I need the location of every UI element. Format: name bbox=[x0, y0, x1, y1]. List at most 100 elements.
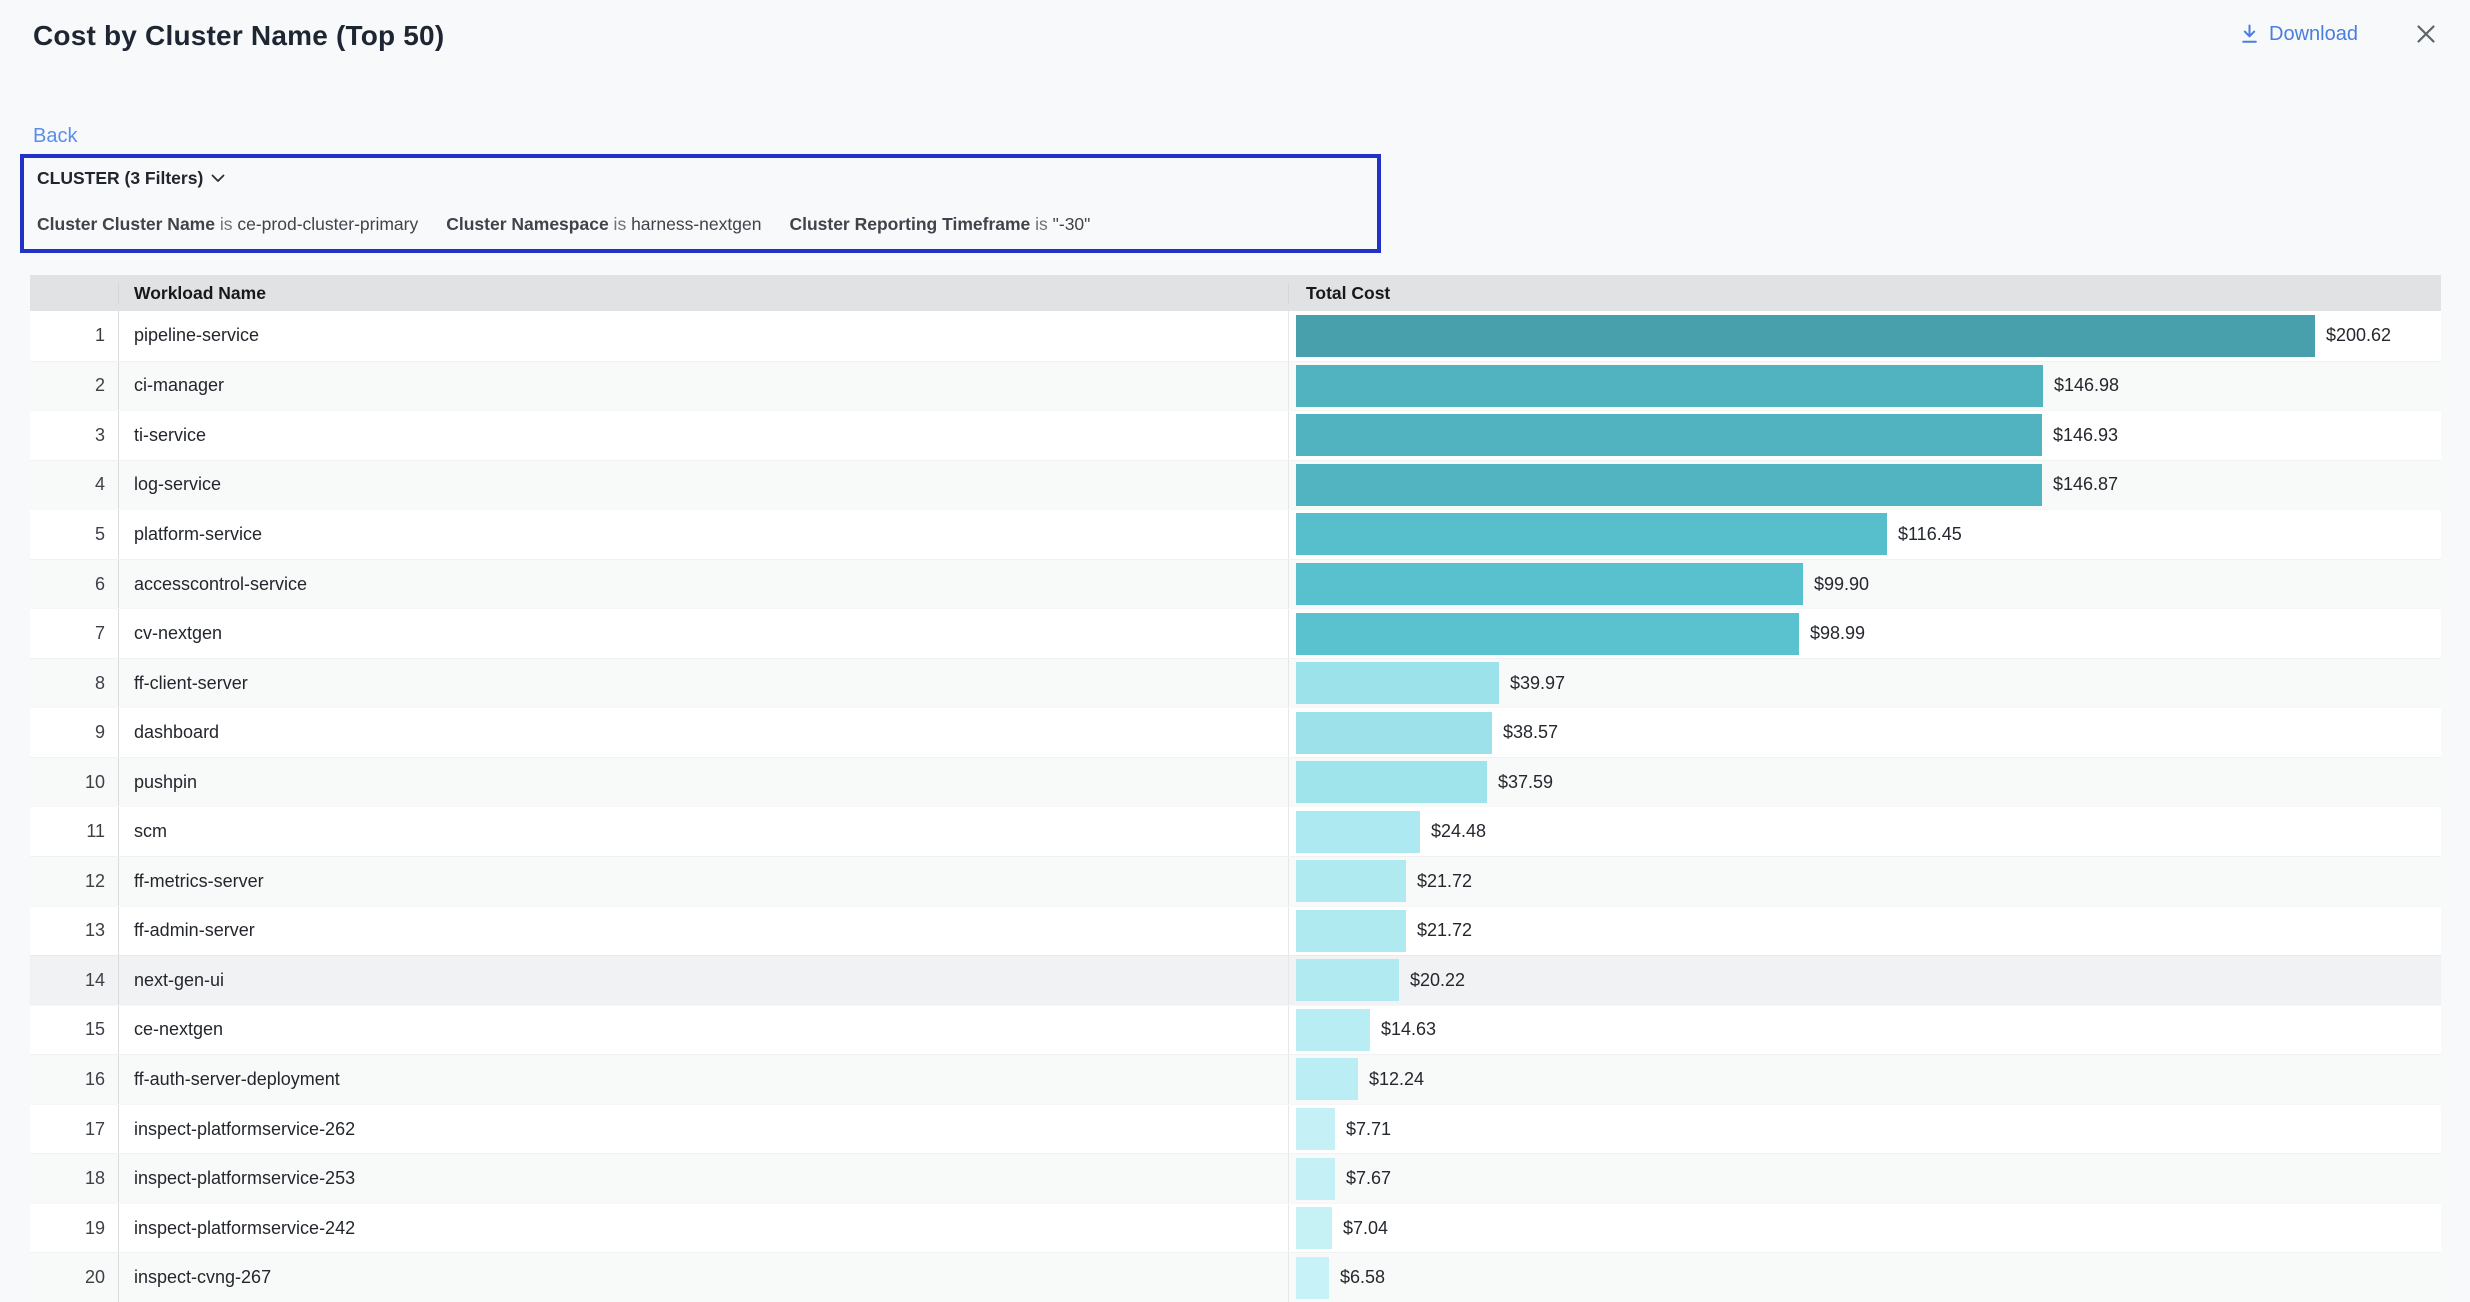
row-rank: 7 bbox=[30, 623, 118, 644]
cost-value: $21.72 bbox=[1417, 920, 1472, 941]
cost-value: $24.48 bbox=[1431, 821, 1486, 842]
table-row: 10pushpin$37.59 bbox=[30, 757, 2441, 807]
download-button[interactable]: Download bbox=[2239, 23, 2358, 46]
workload-name-cell: platform-service bbox=[118, 510, 1288, 559]
filter-operator: is bbox=[609, 214, 631, 234]
cost-value: $116.45 bbox=[1898, 524, 1962, 545]
cost-bar[interactable] bbox=[1296, 464, 2042, 506]
table-row: 20inspect-cvng-267$6.58 bbox=[30, 1252, 2441, 1302]
table-row: 8ff-client-server$39.97 bbox=[30, 658, 2441, 708]
workload-name-cell: log-service bbox=[118, 461, 1288, 510]
row-rank: 13 bbox=[30, 920, 118, 941]
row-rank: 19 bbox=[30, 1218, 118, 1239]
cost-value: $38.57 bbox=[1503, 722, 1558, 743]
workload-name-cell: inspect-platformservice-242 bbox=[118, 1204, 1288, 1253]
workload-name-cell: ff-client-server bbox=[118, 659, 1288, 708]
table-row: 2ci-manager$146.98 bbox=[30, 361, 2441, 411]
cost-bar[interactable] bbox=[1296, 1207, 1332, 1249]
filter-group-toggle[interactable]: CLUSTER (3 Filters) bbox=[37, 168, 225, 189]
cost-bar[interactable] bbox=[1296, 613, 1799, 655]
workload-name-column-header: Workload Name bbox=[118, 283, 1288, 304]
row-rank: 16 bbox=[30, 1069, 118, 1090]
workload-name-cell: ci-manager bbox=[118, 362, 1288, 411]
row-rank: 8 bbox=[30, 673, 118, 694]
cost-bar[interactable] bbox=[1296, 712, 1492, 754]
cost-value: $21.72 bbox=[1417, 871, 1472, 892]
total-cost-cell: $12.24 bbox=[1288, 1055, 2441, 1104]
table-row: 6accesscontrol-service$99.90 bbox=[30, 559, 2441, 609]
cost-bar[interactable] bbox=[1296, 315, 2315, 357]
cost-bar[interactable] bbox=[1296, 1009, 1370, 1051]
cost-bar[interactable] bbox=[1296, 1108, 1335, 1150]
total-cost-cell: $21.72 bbox=[1288, 907, 2441, 956]
cost-value: $6.58 bbox=[1340, 1267, 1385, 1288]
row-rank: 10 bbox=[30, 772, 118, 793]
cost-value: $7.04 bbox=[1343, 1218, 1388, 1239]
table-row: 7cv-nextgen$98.99 bbox=[30, 608, 2441, 658]
total-cost-cell: $7.71 bbox=[1288, 1105, 2441, 1154]
row-rank: 4 bbox=[30, 474, 118, 495]
workload-name-cell: inspect-platformservice-253 bbox=[118, 1154, 1288, 1203]
cost-bar[interactable] bbox=[1296, 1158, 1335, 1200]
cost-bar[interactable] bbox=[1296, 1058, 1358, 1100]
cost-bar[interactable] bbox=[1296, 959, 1399, 1001]
workload-name-cell: ff-auth-server-deployment bbox=[118, 1055, 1288, 1104]
row-rank: 15 bbox=[30, 1019, 118, 1040]
table-row: 19inspect-platformservice-242 $7.04 bbox=[30, 1203, 2441, 1253]
total-cost-cell: $38.57 bbox=[1288, 708, 2441, 757]
cost-bar[interactable] bbox=[1296, 761, 1487, 803]
total-cost-cell: $99.90 bbox=[1288, 560, 2441, 609]
workload-name-cell: ff-admin-server bbox=[118, 907, 1288, 956]
back-link[interactable]: Back bbox=[33, 125, 77, 148]
cost-value: $200.62 bbox=[2326, 325, 2391, 346]
cost-bar[interactable] bbox=[1296, 860, 1406, 902]
filter-value: "-30" bbox=[1053, 214, 1091, 234]
cost-bar[interactable] bbox=[1296, 811, 1420, 853]
row-rank: 5 bbox=[30, 524, 118, 545]
total-cost-cell: $146.93 bbox=[1288, 411, 2441, 460]
table-header-row: Workload Name Total Cost bbox=[30, 275, 2441, 311]
total-cost-cell: $21.72 bbox=[1288, 857, 2441, 906]
row-rank: 12 bbox=[30, 871, 118, 892]
cost-bar[interactable] bbox=[1296, 662, 1499, 704]
table-row: 14next-gen-ui $20.22 bbox=[30, 955, 2441, 1005]
cost-value: $20.22 bbox=[1410, 970, 1465, 991]
filter-summary-label: CLUSTER (3 Filters) bbox=[37, 168, 203, 189]
filter-panel: CLUSTER (3 Filters) Cluster Cluster Name… bbox=[20, 154, 1381, 253]
table-row: 18inspect-platformservice-253$7.67 bbox=[30, 1153, 2441, 1203]
cost-bar[interactable] bbox=[1296, 513, 1887, 555]
total-cost-cell: $200.62 bbox=[1288, 311, 2441, 361]
table-row: 13ff-admin-server $21.72 bbox=[30, 906, 2441, 956]
table-row: 1pipeline-service$200.62 bbox=[30, 311, 2441, 361]
row-rank: 14 bbox=[30, 970, 118, 991]
filter-item[interactable]: Cluster Namespace is harness-nextgen bbox=[446, 214, 761, 235]
table-row: 3ti-service$146.93 bbox=[30, 410, 2441, 460]
cost-value: $12.24 bbox=[1369, 1069, 1424, 1090]
cost-bar[interactable] bbox=[1296, 563, 1803, 605]
workload-name-cell: accesscontrol-service bbox=[118, 560, 1288, 609]
cost-bar[interactable] bbox=[1296, 365, 2043, 407]
row-rank: 3 bbox=[30, 425, 118, 446]
total-cost-cell: $7.04 bbox=[1288, 1204, 2441, 1253]
page-title: Cost by Cluster Name (Top 50) bbox=[33, 20, 444, 52]
cost-bar[interactable] bbox=[1296, 414, 2042, 456]
total-cost-column-header: Total Cost bbox=[1288, 283, 2441, 304]
cost-bar[interactable] bbox=[1296, 910, 1406, 952]
row-rank: 18 bbox=[30, 1168, 118, 1189]
table-row: 11scm$24.48 bbox=[30, 806, 2441, 856]
filter-item[interactable]: Cluster Reporting Timeframe is "-30" bbox=[789, 214, 1090, 235]
workload-name-cell: next-gen-ui bbox=[118, 956, 1288, 1005]
close-icon bbox=[2414, 22, 2438, 46]
filter-item[interactable]: Cluster Cluster Name is ce-prod-cluster-… bbox=[37, 214, 418, 235]
cost-table: Workload Name Total Cost 1pipeline-servi… bbox=[30, 275, 2441, 1302]
total-cost-cell: $6.58 bbox=[1288, 1253, 2441, 1302]
workload-name-cell: ff-metrics-server bbox=[118, 857, 1288, 906]
table-body: 1pipeline-service$200.622ci-manager$146.… bbox=[30, 311, 2441, 1302]
table-row: 16ff-auth-server-deployment $12.24 bbox=[30, 1054, 2441, 1104]
total-cost-cell: $37.59 bbox=[1288, 758, 2441, 807]
row-rank: 6 bbox=[30, 574, 118, 595]
cost-bar[interactable] bbox=[1296, 1257, 1329, 1299]
filter-value: harness-nextgen bbox=[631, 214, 761, 234]
close-button[interactable] bbox=[2414, 22, 2438, 46]
filter-field: Cluster Reporting Timeframe bbox=[789, 214, 1030, 234]
